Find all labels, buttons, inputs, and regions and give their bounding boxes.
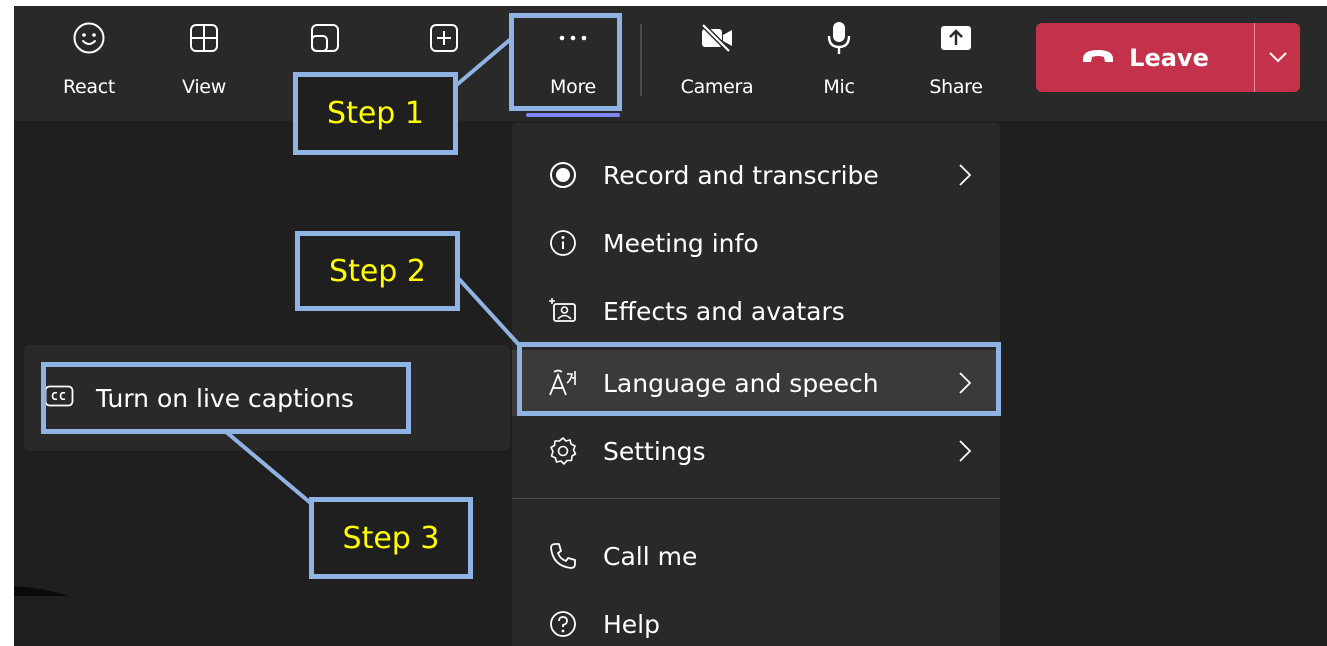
callout-connectors — [223, 36, 523, 507]
step3-callout: Step 3 — [309, 497, 473, 579]
captions-highlight-box — [41, 362, 411, 434]
step1-label: Step 1 — [327, 96, 424, 131]
step1-callout: Step 1 — [293, 72, 458, 155]
more-highlight-box — [509, 13, 622, 111]
language-highlight-box — [517, 342, 1001, 416]
step3-label: Step 3 — [342, 520, 440, 556]
step2-callout: Step 2 — [295, 231, 460, 311]
step2-label: Step 2 — [329, 253, 426, 289]
